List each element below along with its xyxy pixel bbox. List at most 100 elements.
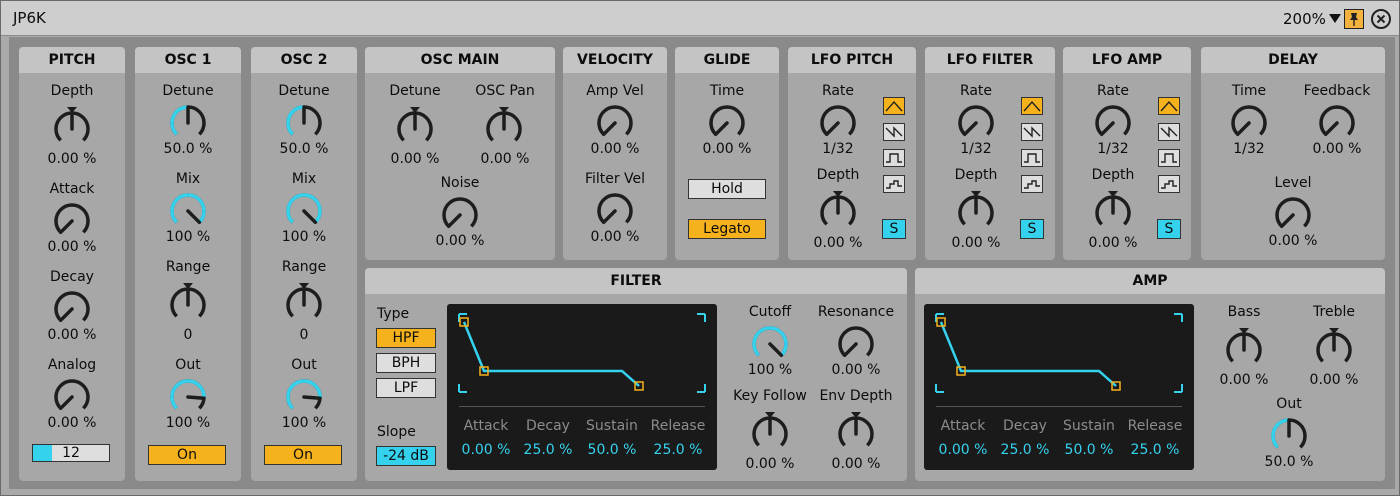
glide-time-knob[interactable] xyxy=(705,101,749,145)
pitch-attack-knob[interactable] xyxy=(50,199,94,243)
filter-vel-label: Filter Vel xyxy=(584,171,646,187)
pitch-decay-knob[interactable] xyxy=(50,287,94,331)
lfo-pitch-rate-knob[interactable] xyxy=(816,101,860,145)
lfo-amp-depth-label: Depth xyxy=(1091,167,1135,183)
filter-slope-button[interactable]: -24 dB xyxy=(376,446,436,466)
filter-env-attack-value[interactable]: 0.00 % xyxy=(453,442,519,458)
wave-square-button[interactable] xyxy=(1158,149,1180,167)
square-wave-icon xyxy=(886,153,902,163)
filter-env-decay-value[interactable]: 25.0 % xyxy=(515,442,581,458)
delay-feedback-knob[interactable] xyxy=(1315,101,1359,145)
filter-envelope-display[interactable]: Attack Decay Sustain Release 0.00 % 25.0… xyxy=(447,304,717,470)
wave-random-button[interactable] xyxy=(1021,175,1043,193)
pin-icon xyxy=(1350,13,1358,26)
osc1-range-knob[interactable] xyxy=(166,283,210,327)
osc1-out-knob[interactable] xyxy=(166,375,210,419)
amp-panel: AMP Attack Decay Sustain Release 0.00 % … xyxy=(914,267,1386,482)
bass-knob[interactable] xyxy=(1222,328,1266,372)
lfo-amp-depth-value: 0.00 % xyxy=(1088,235,1138,251)
delay-level-knob[interactable] xyxy=(1271,193,1315,237)
lfo-filter-rate-knob[interactable] xyxy=(954,101,998,145)
osc-main-noise-knob[interactable] xyxy=(438,193,482,237)
knob-value-arc xyxy=(170,193,206,224)
glide-time-value: 0.00 % xyxy=(702,141,752,157)
zoom-value: 200% xyxy=(1283,10,1326,28)
close-button[interactable] xyxy=(1371,9,1391,29)
amp-env-sustain-value[interactable]: 50.0 % xyxy=(1056,442,1122,458)
hold-button[interactable]: Hold xyxy=(688,179,766,199)
filter-env-sustain-value[interactable]: 50.0 % xyxy=(579,442,645,458)
lfo-filter-depth-knob[interactable] xyxy=(954,191,998,235)
wave-saw-button[interactable] xyxy=(1158,123,1180,141)
legato-button[interactable]: Legato xyxy=(688,219,766,239)
amp-env-decay-value[interactable]: 25.0 % xyxy=(992,442,1058,458)
knob-track xyxy=(597,193,633,224)
velocity-panel: VELOCITY Amp Vel 0.00 % Filter Vel 0.00 … xyxy=(562,46,668,261)
wave-random-button[interactable] xyxy=(1158,175,1180,193)
filter-env-release-value[interactable]: 25.0 % xyxy=(645,442,711,458)
filter-vel-knob[interactable] xyxy=(593,189,637,233)
osc-main-detune-knob[interactable] xyxy=(393,107,437,151)
wave-random-button[interactable] xyxy=(883,175,905,193)
knob-graphic xyxy=(958,191,994,226)
knob-graphic xyxy=(709,105,745,137)
wave-triangle-button[interactable] xyxy=(1158,97,1180,115)
osc-main-noise-value: 0.00 % xyxy=(435,233,485,249)
wave-triangle-button[interactable] xyxy=(1021,97,1043,115)
lfo-amp-rate-knob[interactable] xyxy=(1091,101,1135,145)
osc1-mix-knob[interactable] xyxy=(166,189,210,233)
osc1-panel: OSC 1 Detune 50.0 % Mix 100 % Range 0 Ou… xyxy=(134,46,242,482)
wave-saw-button[interactable] xyxy=(1021,123,1043,141)
key-follow-knob[interactable] xyxy=(748,412,792,456)
filter-type-lpf[interactable]: LPF xyxy=(376,378,436,398)
lfo-pitch-sync-button[interactable]: S xyxy=(882,219,906,239)
osc-main-pan-knob[interactable] xyxy=(482,107,526,151)
panel-title: LFO PITCH xyxy=(788,47,916,73)
amp-vel-knob[interactable] xyxy=(593,101,637,145)
lfo-pitch-depth-knob[interactable] xyxy=(816,191,860,235)
knob-pointer xyxy=(601,209,617,225)
lfo-amp-depth-knob[interactable] xyxy=(1091,191,1135,235)
pitch-analog-knob[interactable] xyxy=(50,375,94,419)
filter-type-label: Type xyxy=(377,306,410,322)
env-depth-knob[interactable] xyxy=(834,412,878,456)
osc2-out-knob[interactable] xyxy=(282,375,326,419)
filter-type-hpf[interactable]: HPF xyxy=(376,328,436,348)
osc2-detune-knob[interactable] xyxy=(282,101,326,145)
knob-graphic xyxy=(286,379,322,410)
amp-envelope-display[interactable]: Attack Decay Sustain Release 0.00 % 25.0… xyxy=(924,304,1194,470)
osc1-on-button[interactable]: On xyxy=(148,445,226,465)
osc2-on-button[interactable]: On xyxy=(264,445,342,465)
osc-main-noise-label: Noise xyxy=(440,175,480,191)
osc1-detune-knob[interactable] xyxy=(166,101,210,145)
cutoff-knob[interactable] xyxy=(748,322,792,366)
octave-slider[interactable]: 12 xyxy=(32,444,110,462)
key-follow-label: Key Follow xyxy=(733,388,807,404)
filter-type-bph[interactable]: BPH xyxy=(376,353,436,373)
osc2-mix-knob[interactable] xyxy=(282,189,326,233)
delay-time-knob[interactable] xyxy=(1227,101,1271,145)
amp-envelope-graph[interactable] xyxy=(924,304,1194,404)
lfo-filter-depth-value: 0.00 % xyxy=(951,235,1001,251)
filter-envelope-graph[interactable] xyxy=(447,304,717,404)
zoom-dropdown[interactable]: 200% xyxy=(1283,10,1341,28)
lfo-amp-sync-button[interactable]: S xyxy=(1157,219,1181,239)
amp-out-knob[interactable] xyxy=(1267,414,1311,458)
wave-triangle-button[interactable] xyxy=(883,97,905,115)
treble-knob[interactable] xyxy=(1312,328,1356,372)
wave-saw-button[interactable] xyxy=(883,123,905,141)
knob-pointer xyxy=(186,209,202,225)
amp-env-attack-value[interactable]: 0.00 % xyxy=(930,442,996,458)
pin-button[interactable] xyxy=(1344,9,1364,29)
osc2-range-knob[interactable] xyxy=(282,283,326,327)
env-divider xyxy=(936,406,1182,407)
panel-title: OSC MAIN xyxy=(365,47,555,73)
wave-square-button[interactable] xyxy=(1021,149,1043,167)
lfo-filter-sync-button[interactable]: S xyxy=(1020,219,1044,239)
pitch-depth-knob[interactable] xyxy=(50,107,94,151)
osc-main-pan-value: 0.00 % xyxy=(480,151,530,167)
resonance-knob[interactable] xyxy=(834,322,878,366)
pitch-attack-value: 0.00 % xyxy=(47,239,97,255)
amp-env-release-value[interactable]: 25.0 % xyxy=(1122,442,1188,458)
wave-square-button[interactable] xyxy=(883,149,905,167)
